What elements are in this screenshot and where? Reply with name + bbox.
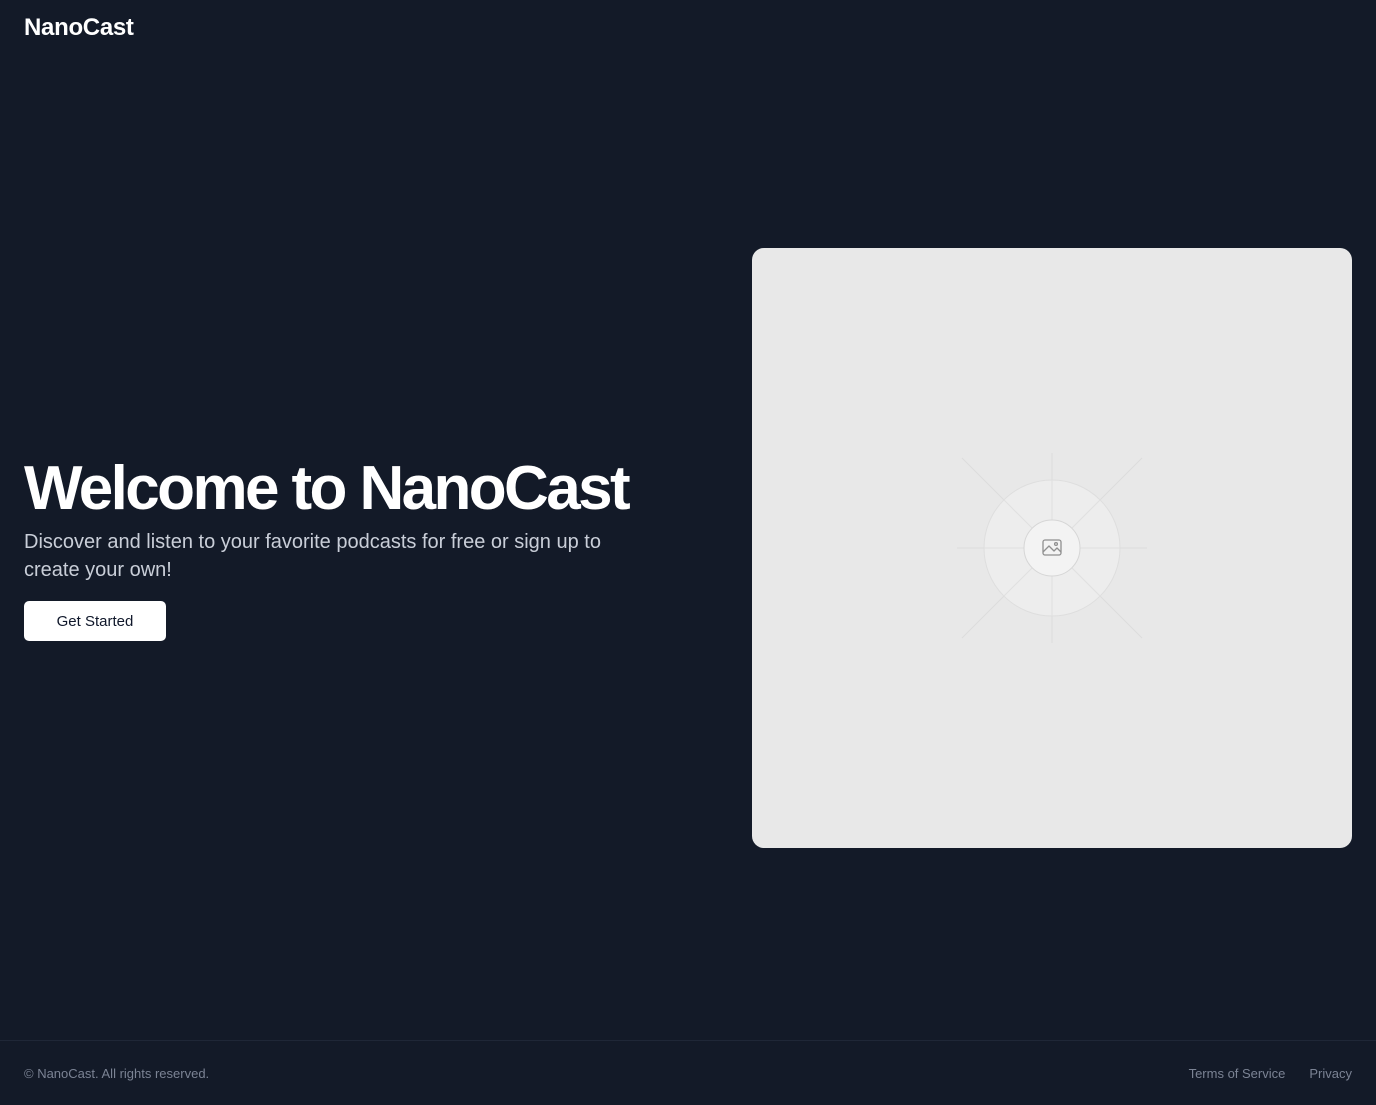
hero-subtitle: Discover and listen to your favorite pod… [24,531,601,581]
copyright-text: © NanoCast. All rights reserved. [24,1065,210,1081]
image-placeholder-graphic [957,453,1147,643]
logo-text[interactable]: NanoCast [24,14,134,42]
hero-section: Welcome to NanoCast Discover and listen … [24,456,644,641]
hero-title: Welcome to NanoCast [24,454,631,523]
site-footer: © NanoCast. All rights reserved. Terms o… [0,1040,1376,1105]
site-header: NanoCast [24,12,134,44]
footer-links: Terms of Service Privacy [1189,1066,1352,1081]
landing-page: NanoCast Welcome to NanoCast Discover an… [0,0,1376,1105]
get-started-button[interactable]: Get Started [24,601,166,641]
hero-image-placeholder [752,248,1352,848]
privacy-link[interactable]: Privacy [1309,1066,1352,1081]
terms-of-service-link[interactable]: Terms of Service [1189,1066,1286,1081]
